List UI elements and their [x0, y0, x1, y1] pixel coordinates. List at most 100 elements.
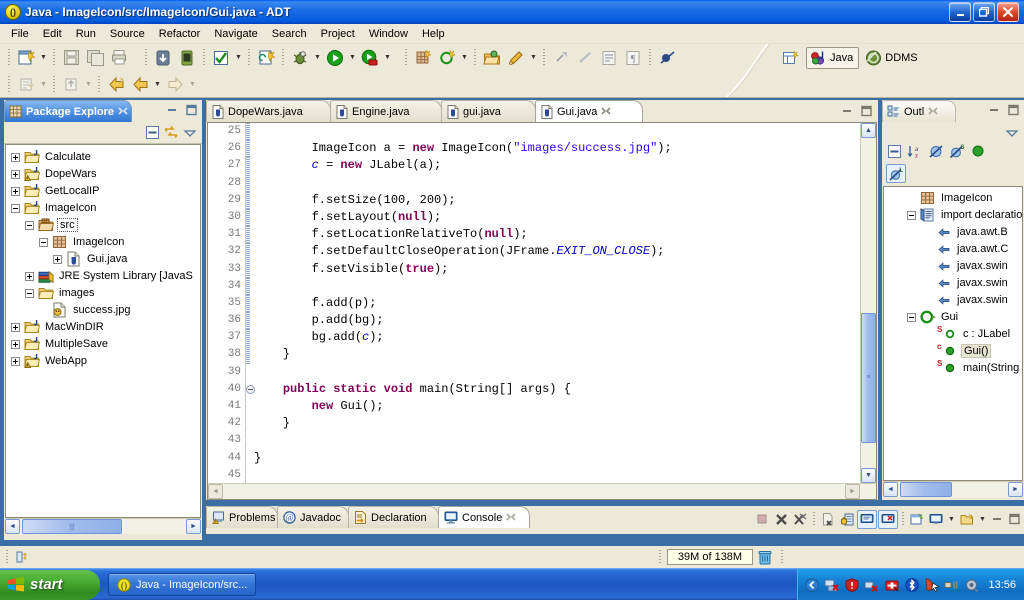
tree-item[interactable]: java.awt.B	[884, 223, 1022, 240]
previous-annotation-icon[interactable]	[574, 47, 596, 69]
collapse-icon[interactable]	[25, 288, 34, 298]
tree-item[interactable]: MacWinDIR	[6, 318, 200, 335]
scroll-down-button[interactable]: ▼	[861, 468, 876, 483]
menu-edit[interactable]: Edit	[36, 26, 69, 42]
tree-expander[interactable]	[22, 217, 38, 233]
minimize-icon[interactable]	[164, 103, 180, 117]
tab-javadoc[interactable]: @ Javadoc	[277, 506, 349, 528]
close-icon[interactable]	[601, 106, 611, 117]
editor-vscrollbar[interactable]: ▲ ≡ ▼	[860, 123, 876, 483]
outline-tree[interactable]: ImageIcon import declaratio java.awt.B java…	[883, 186, 1023, 481]
maximize-icon[interactable]	[1006, 512, 1022, 526]
menu-navigate[interactable]: Navigate	[207, 26, 264, 42]
tree-item[interactable]: ImageIcon	[6, 233, 200, 250]
run-external-tools-icon[interactable]	[359, 47, 381, 69]
android-virtual-device-icon[interactable]	[176, 47, 198, 69]
tree-item[interactable]: WebApp	[6, 352, 200, 369]
hscroll-thumb[interactable]	[900, 482, 952, 497]
open-console-icon[interactable]	[927, 510, 945, 528]
editor-tab-dopewars[interactable]: DopeWars.java	[206, 100, 331, 122]
editor-tab-gui-active[interactable]: Gui.java	[535, 100, 643, 122]
back-icon[interactable]	[129, 74, 151, 96]
tree-item[interactable]: Gui.java	[6, 250, 200, 267]
annotate-dropdown-icon[interactable]: ▼	[528, 47, 539, 69]
view-menu-icon[interactable]	[1004, 126, 1020, 140]
editor-tab-engine[interactable]: Engine.java	[330, 100, 442, 122]
tree-expander[interactable]	[904, 309, 920, 325]
tree-item[interactable]: MultipleSave	[6, 335, 200, 352]
collapse-icon[interactable]	[11, 203, 20, 213]
tree-expander[interactable]	[8, 183, 24, 199]
tree-item[interactable]: ImageIcon	[884, 189, 1022, 206]
open-task-dropdown-icon[interactable]: ▼	[83, 74, 94, 96]
minimize-button[interactable]	[949, 2, 971, 22]
open-perspective-icon[interactable]	[780, 47, 802, 69]
scroll-left-button[interactable]: ◄	[5, 519, 20, 534]
new-java-element-icon[interactable]	[15, 74, 37, 96]
new-wizard-icon[interactable]	[15, 47, 37, 69]
minimize-icon[interactable]	[986, 103, 1002, 117]
lint-dropdown-icon[interactable]: ▼	[233, 47, 244, 69]
menu-run[interactable]: Run	[69, 26, 103, 42]
tree-item[interactable]: success.jpg	[6, 301, 200, 318]
editor-hscrollbar[interactable]: ◄ ►	[208, 483, 876, 499]
expand-icon[interactable]	[25, 271, 34, 281]
tree-expander[interactable]	[8, 200, 24, 216]
link-with-editor-icon[interactable]	[163, 126, 179, 140]
trash-icon[interactable]	[755, 550, 775, 565]
menu-refactor[interactable]: Refactor	[152, 26, 208, 42]
maximize-icon[interactable]	[183, 103, 199, 117]
terminate-icon[interactable]	[753, 510, 771, 528]
open-type-icon[interactable]	[481, 47, 503, 69]
wireless-disconnected-icon[interactable]	[864, 577, 880, 593]
expand-icon[interactable]	[11, 186, 20, 196]
show-whitespace-icon[interactable]: ¶	[622, 47, 644, 69]
network-disconnected-icon[interactable]	[824, 577, 840, 593]
tree-item[interactable]: Gui	[884, 308, 1022, 325]
tree-item[interactable]: images	[6, 284, 200, 301]
tree-item[interactable]: c Gui()	[884, 342, 1022, 359]
clear-console-icon[interactable]	[819, 510, 837, 528]
lint-check-icon[interactable]	[210, 47, 232, 69]
new-java-class-icon[interactable]	[436, 47, 458, 69]
tab-problems[interactable]: Problems	[206, 506, 278, 528]
tree-item[interactable]: javax.swin	[884, 291, 1022, 308]
back-dropdown-icon[interactable]: ▼	[152, 74, 163, 96]
collapse-all-icon[interactable]	[144, 126, 160, 140]
scroll-up-button[interactable]: ▲	[861, 123, 876, 138]
expand-icon[interactable]	[11, 339, 20, 349]
forward-icon[interactable]	[164, 74, 186, 96]
tree-expander[interactable]	[22, 285, 38, 301]
toggle-block-selection-icon[interactable]	[598, 47, 620, 69]
new-console-dropdown-icon[interactable]: ▼	[977, 508, 988, 530]
tree-item[interactable]: javax.swin	[884, 257, 1022, 274]
tab-declaration[interactable]: Declaration	[348, 506, 439, 528]
touchpad-icon[interactable]	[924, 577, 941, 593]
bluetooth-icon[interactable]	[904, 577, 920, 593]
new-java-package-icon[interactable]	[412, 47, 434, 69]
tree-item[interactable]: Calculate	[6, 148, 200, 165]
hide-local-types-icon[interactable]: L	[886, 164, 906, 183]
tree-item[interactable]: DopeWars	[6, 165, 200, 182]
volume-icon[interactable]	[964, 577, 980, 593]
scroll-left-button[interactable]: ◄	[208, 484, 223, 499]
close-icon[interactable]	[928, 106, 938, 117]
close-icon[interactable]	[118, 106, 128, 117]
start-button[interactable]: start	[0, 569, 100, 600]
expand-icon[interactable]	[53, 254, 62, 264]
remove-launch-icon[interactable]	[772, 510, 790, 528]
collapse-icon[interactable]	[907, 210, 916, 220]
new-console-view-icon[interactable]	[908, 510, 926, 528]
tree-item[interactable]: import declaratio	[884, 206, 1022, 223]
collapse-all-icon[interactable]	[886, 144, 902, 158]
maximize-icon[interactable]	[1005, 103, 1021, 117]
tree-expander[interactable]	[50, 251, 66, 267]
hide-nonpublic-icon[interactable]	[970, 144, 986, 158]
view-menu-icon[interactable]	[182, 126, 198, 140]
pin-console-icon[interactable]	[857, 509, 877, 529]
editor-tab-gui-lower[interactable]: gui.java	[441, 100, 536, 122]
tree-item[interactable]: java.awt.C	[884, 240, 1022, 257]
tree-expander[interactable]	[8, 336, 24, 352]
run-dropdown-icon[interactable]: ▼	[347, 47, 358, 69]
scroll-lock-icon[interactable]	[838, 510, 856, 528]
